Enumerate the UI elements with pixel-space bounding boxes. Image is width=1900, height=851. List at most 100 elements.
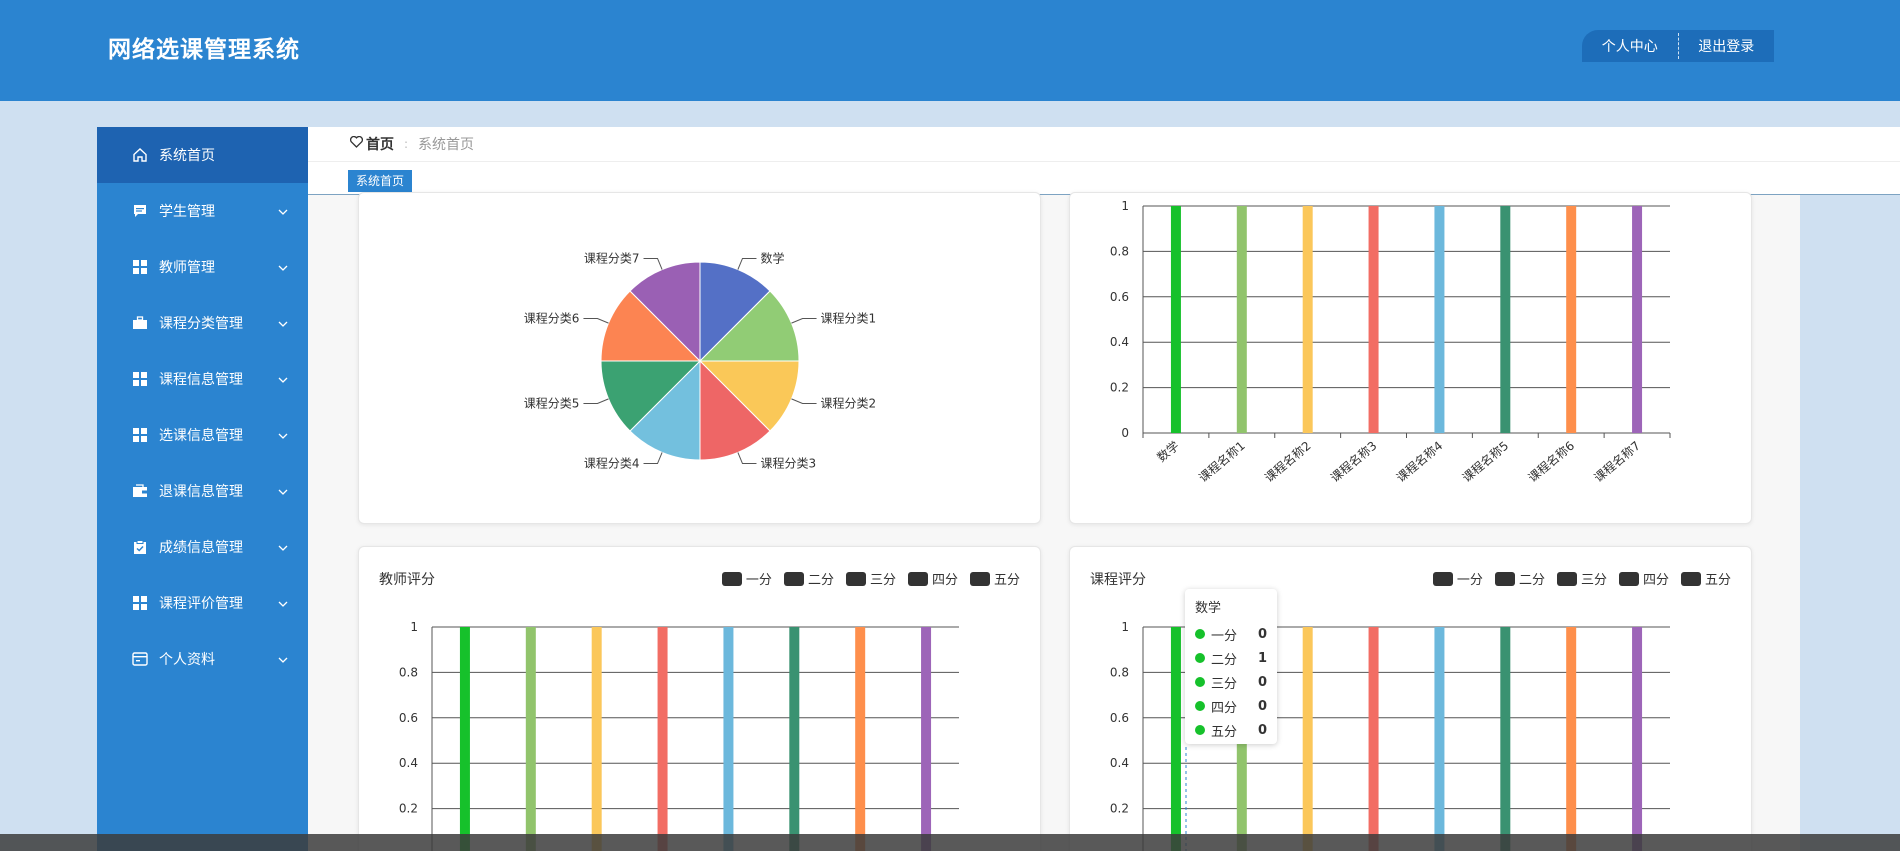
- bar: [789, 627, 800, 851]
- user-actions: 个人中心 退出登录: [1582, 30, 1774, 62]
- label-line: [737, 257, 757, 270]
- chevron-down-icon: [278, 651, 288, 667]
- course-rating-card: 课程评分 一分 二分 三分 四分 五分 0.2 0.4 0.6 0.8 1: [1069, 546, 1752, 851]
- chevron-down-icon: [278, 539, 288, 555]
- sidebar-item-home[interactable]: 系统首页: [97, 127, 308, 183]
- profile-center-button[interactable]: 个人中心: [1582, 36, 1678, 56]
- bar: [525, 627, 536, 851]
- sidebar-item-grades[interactable]: 成绩信息管理: [97, 519, 308, 575]
- sidebar-item-students[interactable]: 学生管理: [97, 183, 308, 239]
- wallet-icon: [130, 481, 150, 501]
- y-tick-label: 0: [1121, 426, 1129, 440]
- sidebar-item-course-category[interactable]: 课程分类管理: [97, 295, 308, 351]
- chevron-down-icon: [278, 595, 288, 611]
- tooltip-row: 四分 0: [1195, 694, 1267, 718]
- label-line: [737, 452, 757, 465]
- series-dot: [1195, 725, 1205, 735]
- tooltip-label: 四分: [1211, 700, 1238, 716]
- tooltip-value: 0: [1257, 722, 1267, 738]
- sidebar-item-label: 选课信息管理: [159, 428, 243, 444]
- x-tick-label: 课程名称3: [1327, 438, 1379, 485]
- sidebar-item-label: 教师管理: [159, 260, 215, 276]
- bar: [1434, 206, 1445, 433]
- tooltip-label: 五分: [1211, 724, 1238, 740]
- bar: [1170, 206, 1181, 433]
- sidebar-item-profile[interactable]: 个人资料: [97, 631, 308, 687]
- pie-label: 课程分类1: [821, 311, 877, 326]
- breadcrumb: 首页 : 系统首页: [308, 127, 1900, 162]
- pie-label: 课程分类2: [821, 395, 877, 410]
- pie-label: 课程分类6: [524, 311, 580, 326]
- series-dot: [1195, 677, 1205, 687]
- y-tick-label: 0.8: [1110, 244, 1129, 258]
- bar: [1566, 627, 1577, 851]
- teacher-rating-card: 教师评分 一分 二分 三分 四分 五分 0.2 0.4 0.6 0.8 1: [358, 546, 1041, 851]
- tooltip-row: 三分 0: [1195, 670, 1267, 694]
- heart-icon: [350, 135, 363, 152]
- series-dot: [1195, 701, 1205, 711]
- label-line: [791, 398, 817, 404]
- pie-label: 课程分类5: [524, 395, 580, 410]
- video-progress-bar: [0, 834, 1900, 851]
- bar: [591, 627, 602, 851]
- x-tick-label: 课程名称5: [1459, 438, 1511, 485]
- y-tick-label: 0.4: [1110, 335, 1129, 349]
- bar: [459, 627, 470, 851]
- x-tick-label: 课程名称4: [1393, 438, 1445, 485]
- bar: [1632, 627, 1643, 851]
- bar: [1236, 206, 1247, 433]
- home-icon: [130, 145, 150, 165]
- tooltip-value: 0: [1257, 674, 1267, 690]
- bar: [1170, 627, 1181, 851]
- bar: [1632, 206, 1643, 433]
- bar: [1434, 627, 1445, 851]
- tooltip-value: 0: [1257, 626, 1267, 642]
- label-line: [583, 318, 609, 324]
- tooltip-row: 二分 1: [1195, 646, 1267, 670]
- logout-button[interactable]: 退出登录: [1679, 36, 1775, 56]
- chevron-down-icon: [278, 259, 288, 275]
- pie-chart: 数学课程分类1 课程分类2 课程分类3 课程分类4 课程分类5 课程分类6 课程分类7: [524, 250, 877, 471]
- sidebar-item-withdrawal[interactable]: 退课信息管理: [97, 463, 308, 519]
- y-tick-label: 0.6: [399, 711, 418, 725]
- x-tick-label: 课程名称6: [1525, 438, 1577, 485]
- sidebar-item-course-info[interactable]: 课程信息管理: [97, 351, 308, 407]
- breadcrumb-home[interactable]: 首页: [350, 134, 394, 154]
- grid-icon: [130, 257, 150, 277]
- chevron-down-icon: [278, 427, 288, 443]
- sidebar-item-enrollment[interactable]: 选课信息管理: [97, 407, 308, 463]
- bar: [921, 627, 932, 851]
- sidebar-item-label: 系统首页: [159, 148, 215, 164]
- tooltip-label: 一分: [1211, 628, 1238, 644]
- y-tick-label: 1: [1121, 199, 1129, 213]
- pie-label: 课程分类4: [584, 456, 640, 471]
- tooltip-title: 数学: [1195, 601, 1222, 616]
- series-dot: [1195, 629, 1205, 639]
- card-icon: [130, 649, 150, 669]
- pie-label: 课程分类7: [584, 250, 640, 265]
- tab-bar: 系统首页: [308, 162, 1900, 195]
- bar: [1302, 206, 1313, 433]
- y-tick-label: 0.8: [1110, 665, 1129, 679]
- sidebar-item-label: 课程信息管理: [159, 372, 243, 388]
- chevron-down-icon: [278, 315, 288, 331]
- bar-chart: 0.2 0.4 0.6 0.8 1: [1110, 620, 1670, 851]
- bar: [1500, 206, 1511, 433]
- label-line: [583, 398, 609, 404]
- series-dot: [1195, 653, 1205, 663]
- bar-chart: 0 0.2 0.4 0.6 0.8 1 数学 课程名称1 课程名称2 课程名称3 课程名称4 课程名称…: [1110, 199, 1671, 485]
- bar: [1368, 206, 1379, 433]
- top-header: 网络选课管理系统 个人中心 退出登录: [0, 0, 1900, 101]
- clipboard-icon: [130, 537, 150, 557]
- label-line: [643, 257, 663, 270]
- grid-icon: [130, 425, 150, 445]
- bar: [1368, 627, 1379, 851]
- tab-system-home[interactable]: 系统首页: [348, 170, 413, 192]
- y-tick-label: 0.2: [399, 802, 418, 816]
- label-line: [643, 452, 663, 465]
- y-tick-label: 0.2: [1110, 802, 1129, 816]
- grid-icon: [130, 369, 150, 389]
- sidebar-item-teachers[interactable]: 教师管理: [97, 239, 308, 295]
- sidebar-item-course-review[interactable]: 课程评价管理: [97, 575, 308, 631]
- app-title: 网络选课管理系统: [108, 37, 300, 63]
